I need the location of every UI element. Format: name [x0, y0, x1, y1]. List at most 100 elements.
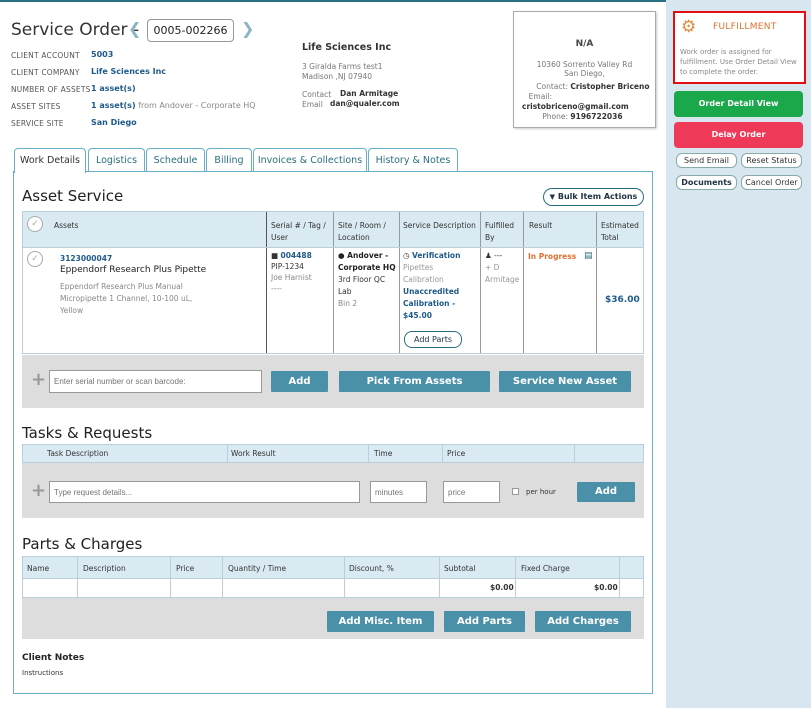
- col-result: Result: [529, 221, 553, 230]
- order-number-input[interactable]: 0005-002266: [147, 19, 234, 42]
- site-cell: ● Andover - Corporate HQ 3rd Floor QC La…: [338, 250, 396, 310]
- service-unaccredited-1[interactable]: Unaccredited: [403, 286, 479, 298]
- chevron-left-icon[interactable]: ❮: [128, 19, 141, 38]
- box-icon: ■: [271, 251, 279, 260]
- service-price: $45.00: [403, 311, 432, 320]
- chevron-down-icon: ▼: [549, 193, 556, 201]
- col-description: Description: [83, 564, 126, 573]
- service-cell: ◷ Verification Pipettes Calibration Unac…: [403, 250, 479, 322]
- clock-icon: ◷: [403, 251, 410, 260]
- add-charges-button[interactable]: Add Charges: [535, 611, 631, 632]
- add-misc-item-button[interactable]: Add Misc. Item: [327, 611, 434, 632]
- asset-sites-extra: from Andover - Corporate HQ: [135, 101, 256, 110]
- asset-table: ✓ Assets Serial # / Tag / User Site / Ro…: [22, 211, 644, 354]
- serial-input[interactable]: [49, 370, 262, 393]
- number-of-assets-label: NUMBER OF ASSETS: [11, 85, 91, 94]
- order-detail-view-button[interactable]: Order Detail View: [674, 91, 803, 117]
- chevron-right-icon[interactable]: ❯: [241, 19, 254, 38]
- estimated-total: $36.00: [605, 295, 640, 305]
- minutes-input[interactable]: [370, 481, 427, 503]
- price-input[interactable]: [443, 481, 500, 503]
- company-address-2: Madison ,NJ 07940: [302, 72, 372, 81]
- tab-billing[interactable]: Billing: [206, 148, 252, 172]
- send-email-button[interactable]: Send Email: [676, 153, 737, 168]
- gear-icon: ⚙: [681, 17, 697, 37]
- company-email-label: Email: [302, 100, 323, 109]
- card-contact-label: Contact:: [536, 82, 568, 91]
- service-link[interactable]: Verification: [412, 251, 460, 260]
- fulfilled-cell: ♟ --- + D Armitage: [485, 250, 519, 286]
- fulfilled-value: ---: [494, 251, 503, 260]
- select-all-checkbox[interactable]: ✓: [27, 216, 43, 232]
- active-tab-joiner: [15, 170, 85, 173]
- asset-sites-value[interactable]: 1 asset(s) from Andover - Corporate HQ: [91, 101, 256, 110]
- per-hour-checkbox[interactable]: [512, 488, 519, 495]
- map-pin-icon: ●: [338, 251, 345, 260]
- company-name: Life Sciences Inc: [302, 42, 392, 53]
- add-task-button[interactable]: Add: [577, 482, 635, 502]
- request-details-input[interactable]: [49, 481, 360, 503]
- site-value-2: Corporate HQ: [338, 263, 396, 272]
- card-title: N/A: [575, 39, 594, 49]
- plus-icon: +: [31, 369, 47, 390]
- service-new-asset-button[interactable]: Service New Asset: [499, 371, 631, 392]
- client-notes-title: Client Notes: [22, 653, 85, 663]
- tag-value: PIP-1234: [271, 262, 304, 271]
- asset-desc-1: Eppendorf Research Plus Manual: [60, 282, 183, 291]
- cancel-order-button[interactable]: Cancel Order: [741, 175, 802, 190]
- service-sub-2: Calibration: [403, 275, 444, 284]
- col-task-description: Task Description: [47, 449, 109, 458]
- row-checkbox[interactable]: ✓: [27, 251, 43, 267]
- client-company-value[interactable]: Life Sciences Inc: [91, 67, 166, 76]
- add-asset-button[interactable]: Add: [271, 371, 328, 392]
- col-service: Service Description: [403, 221, 476, 230]
- company-email[interactable]: dan@qualer.com: [330, 99, 400, 108]
- tab-invoices[interactable]: Invoices & Collections: [253, 148, 367, 172]
- site-value: Andover -: [347, 251, 389, 260]
- client-notes-text: Instructions: [22, 669, 64, 677]
- card-address-2: San Diego,: [564, 69, 605, 78]
- service-unaccredited-2[interactable]: Calibration -: [403, 298, 479, 310]
- parts-title: Parts & Charges: [22, 535, 143, 553]
- documents-button[interactable]: Documents: [676, 175, 737, 190]
- pick-from-assets-button[interactable]: Pick From Assets: [339, 371, 490, 392]
- fulfillment-text: Work order is assigned for fulfillment. …: [680, 48, 797, 76]
- asset-service-title: Asset Service: [22, 187, 124, 205]
- fulfillment-box: ⚙ FULFILLMENT Work order is assigned for…: [673, 11, 806, 84]
- parts-fixed-charge: $0.00: [594, 583, 618, 592]
- col-serial: Serial # / Tag / User: [271, 221, 326, 242]
- tasks-header: [22, 444, 644, 463]
- card-phone: 9196722036: [570, 112, 623, 121]
- col-fixed-charge: Fixed Charge: [521, 564, 570, 573]
- document-icon[interactable]: ▤: [584, 251, 593, 261]
- tab-schedule[interactable]: Schedule: [146, 148, 205, 172]
- card-email[interactable]: cristobriceno@gmail.com: [522, 102, 629, 111]
- client-account-value[interactable]: 5003: [91, 50, 113, 59]
- number-of-assets-value[interactable]: 1 asset(s): [91, 84, 136, 93]
- asset-desc-3: Yellow: [60, 306, 84, 315]
- col-quantity: Quantity / Time: [228, 564, 287, 573]
- serial-link[interactable]: 004488: [280, 251, 311, 260]
- card-contact: Cristopher Briceno: [570, 82, 650, 91]
- delay-order-button[interactable]: Delay Order: [674, 122, 803, 148]
- service-site-value[interactable]: San Diego: [91, 118, 137, 127]
- result-status: In Progress: [528, 252, 577, 261]
- bulk-item-actions-button[interactable]: ▼ Bulk Item Actions: [543, 188, 644, 206]
- asset-sites-count[interactable]: 1 asset(s): [91, 101, 136, 110]
- parts-subtotal: $0.00: [490, 583, 514, 592]
- asset-name: Eppendorf Research Plus Pipette: [60, 265, 207, 275]
- card-email-label: Email:: [528, 92, 552, 101]
- col-discount: Discount, %: [349, 564, 394, 573]
- tab-history[interactable]: History & Notes: [368, 148, 458, 172]
- card-phone-label: Phone:: [542, 112, 568, 121]
- room-value: 3rd Floor QC: [338, 275, 386, 284]
- tab-logistics[interactable]: Logistics: [88, 148, 145, 172]
- asset-id-link[interactable]: 3123000047: [60, 253, 112, 265]
- asset-desc-2: Micropipette 1 Channel, 10-100 uL,: [60, 294, 193, 303]
- service-site-label: SERVICE SITE: [11, 119, 64, 128]
- add-parts-button[interactable]: Add Parts: [444, 611, 525, 632]
- service-site-card: N/A 10360 Sorrento Valley Rd San Diego, …: [513, 11, 656, 128]
- reset-status-button[interactable]: Reset Status: [741, 153, 802, 168]
- add-parts-row-button[interactable]: Add Parts: [404, 331, 462, 348]
- tasks-title: Tasks & Requests: [22, 424, 153, 442]
